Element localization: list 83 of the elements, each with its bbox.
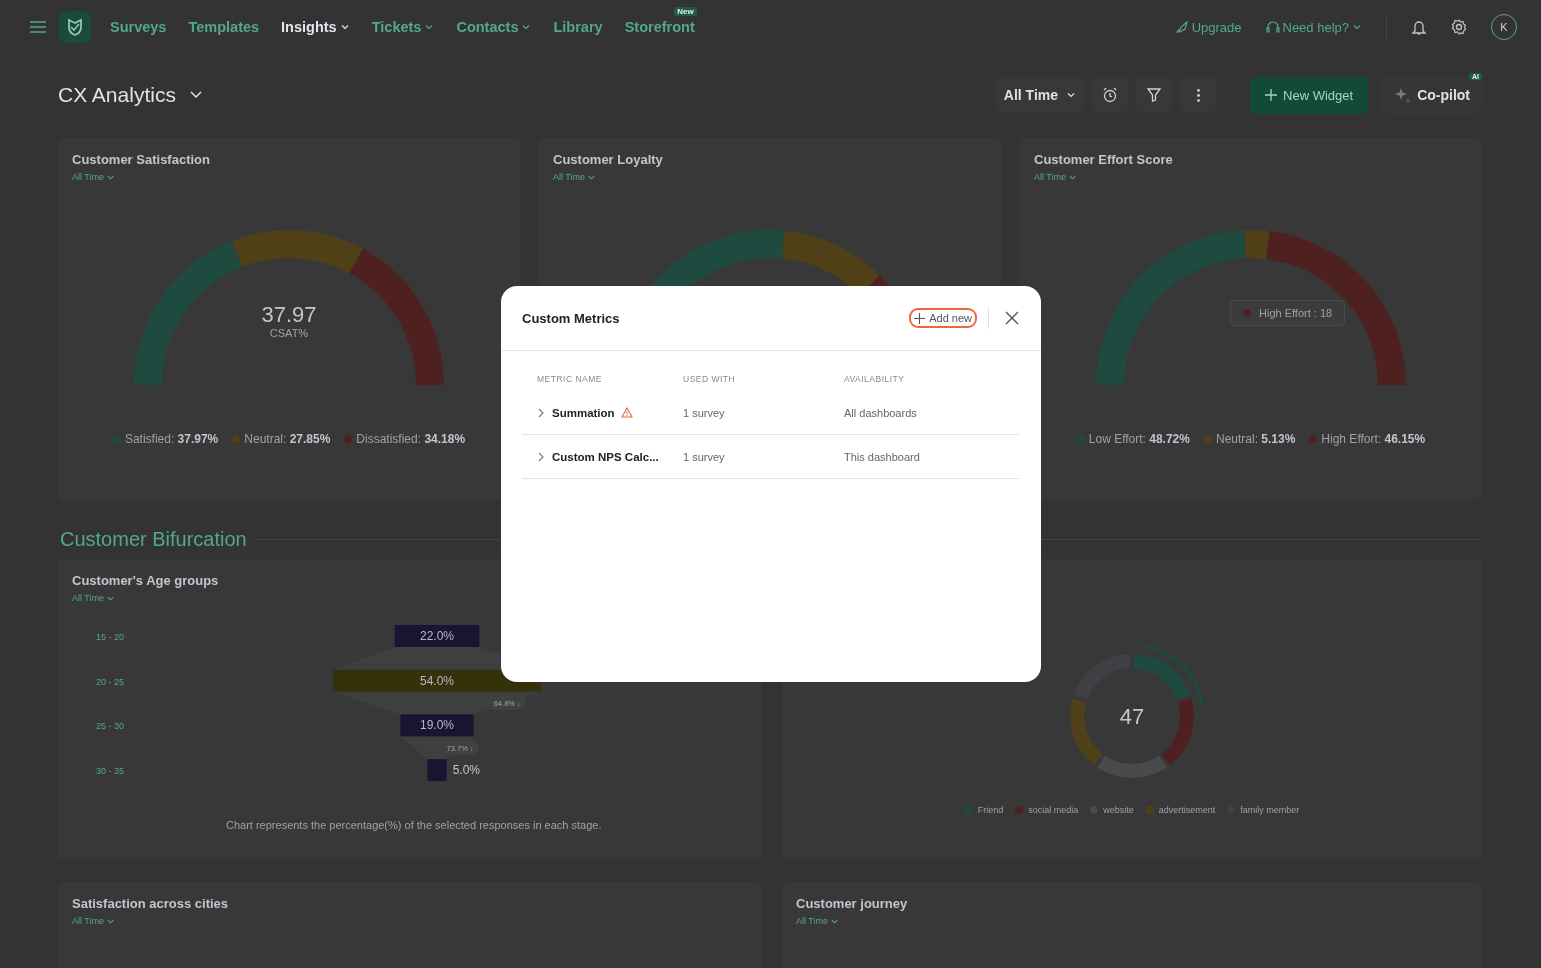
headset-icon: [1265, 20, 1280, 34]
axis-label: 30 - 35: [96, 766, 125, 777]
legend-label: Neutral: 27.85%: [244, 432, 331, 446]
new-badge: New: [674, 7, 697, 16]
filter-icon: [1146, 87, 1163, 103]
legend-label: website: [1103, 805, 1134, 815]
legend-label: Satisfied: 37.97%: [124, 432, 219, 446]
card-title: Customer Satisfaction: [72, 152, 211, 167]
legend-label: Dissatisfied: 34.18%: [356, 432, 466, 446]
settings-icon[interactable]: [1451, 19, 1467, 35]
donut-center-value: 47: [1119, 704, 1145, 729]
axis-label: 15 - 20: [96, 632, 125, 642]
table-cell-text: This dashboard: [844, 450, 921, 463]
dialog-title: Custom Metrics: [522, 310, 620, 326]
metric-name: Summation: [552, 406, 615, 419]
legend-label: Friend: [977, 805, 1004, 815]
table-cell-text: All dashboards: [844, 406, 918, 419]
chevron-down-icon: [189, 91, 202, 99]
legend-label: advertisement: [1158, 805, 1216, 815]
table-cell-text: 1 survey: [683, 406, 726, 419]
bar-value-label: 54.0%: [420, 673, 454, 688]
chart-tooltip: High Effort : 18: [1230, 300, 1346, 326]
bar-value-label: 19.0%: [420, 718, 454, 733]
more-icon: [1196, 88, 1200, 102]
gauge-value: 37.97: [261, 302, 317, 327]
card-title: Customer Loyalty: [553, 152, 664, 167]
card-title: Satisfaction across cities: [72, 896, 230, 911]
nav-tab[interactable]: Library: [553, 19, 603, 35]
nav-tab[interactable]: Surveys: [110, 19, 167, 35]
add-new-button[interactable]: Add new: [909, 308, 977, 328]
nav-tab[interactable]: Tickets: [371, 19, 435, 35]
legend-label: Neutral: 5.13%: [1215, 432, 1296, 446]
nav-tab[interactable]: Insights: [281, 19, 350, 35]
legend-label: Low Effort: 48.72%: [1088, 432, 1190, 446]
time-range-dropdown[interactable]: All Time: [72, 172, 115, 182]
highlight-arc: [1143, 644, 1204, 707]
nav-tab[interactable]: Contacts: [456, 19, 532, 35]
column-header: METRIC NAME: [536, 374, 603, 384]
help-menu[interactable]: Need help?: [1265, 19, 1362, 35]
legend-label: social media: [1028, 805, 1079, 815]
chart-caption: Chart represents the percentage(%) of the selected responses in each stage.: [226, 819, 603, 831]
legend-label: family member: [1240, 805, 1300, 815]
upgrade-link[interactable]: Upgrade: [1175, 19, 1242, 35]
gauge-label: CSAT%: [269, 327, 309, 339]
alarm-clock-icon: [1102, 87, 1119, 103]
metric-name: Custom NPS Calc...: [552, 450, 659, 463]
legend-label: High Effort: 46.15%: [1321, 432, 1426, 446]
bar-value-label: 5.0%: [452, 763, 480, 778]
chevron-down-icon: [1066, 90, 1077, 100]
bar-value-label: 22.0%: [420, 629, 454, 643]
axis-label: 25 - 30: [96, 721, 125, 732]
plus-icon: [914, 312, 926, 324]
alarm-clock-button[interactable]: [1092, 77, 1129, 113]
time-range-dropdown[interactable]: All Time: [796, 916, 839, 926]
close-icon: [1005, 311, 1019, 325]
card-title: Customer's Age groups: [72, 573, 220, 588]
section-title: Customer Bifurcation: [60, 527, 247, 551]
time-range-dropdown[interactable]: All Time: [72, 593, 115, 603]
logo-icon[interactable]: [59, 11, 91, 43]
new-widget-button[interactable]: New Widget: [1250, 76, 1369, 114]
chevron-down-icon: [1352, 22, 1362, 32]
time-range-dropdown[interactable]: All Time: [72, 916, 115, 926]
menu-icon[interactable]: [30, 20, 46, 34]
sparkle-icon: [1394, 86, 1412, 104]
expand-button[interactable]: [536, 451, 546, 462]
bell-icon[interactable]: [1411, 19, 1427, 35]
column-header: AVAILABILITY: [844, 374, 906, 384]
time-range-dropdown[interactable]: All Time: [553, 172, 596, 182]
column-header: USED WITH: [683, 374, 737, 384]
table-cell-text: 1 survey: [683, 450, 726, 463]
chevron-right-icon: [536, 451, 546, 462]
expand-button[interactable]: [536, 407, 546, 418]
time-range-dropdown[interactable]: All Time: [1034, 172, 1077, 182]
nav-tab[interactable]: Templates: [188, 19, 260, 35]
dashboard-title-menu[interactable]: CX Analytics: [58, 83, 202, 107]
plus-icon: [1265, 89, 1278, 101]
axis-label: 20 - 25: [96, 676, 125, 687]
card-title: Customer journey: [796, 896, 909, 911]
filter-button[interactable]: [1136, 77, 1173, 113]
chevron-right-icon: [536, 407, 546, 418]
close-button[interactable]: [1005, 311, 1019, 325]
card-title: Customer Effort Score: [1034, 152, 1174, 167]
time-range-dropdown[interactable]: All Time: [995, 77, 1085, 113]
